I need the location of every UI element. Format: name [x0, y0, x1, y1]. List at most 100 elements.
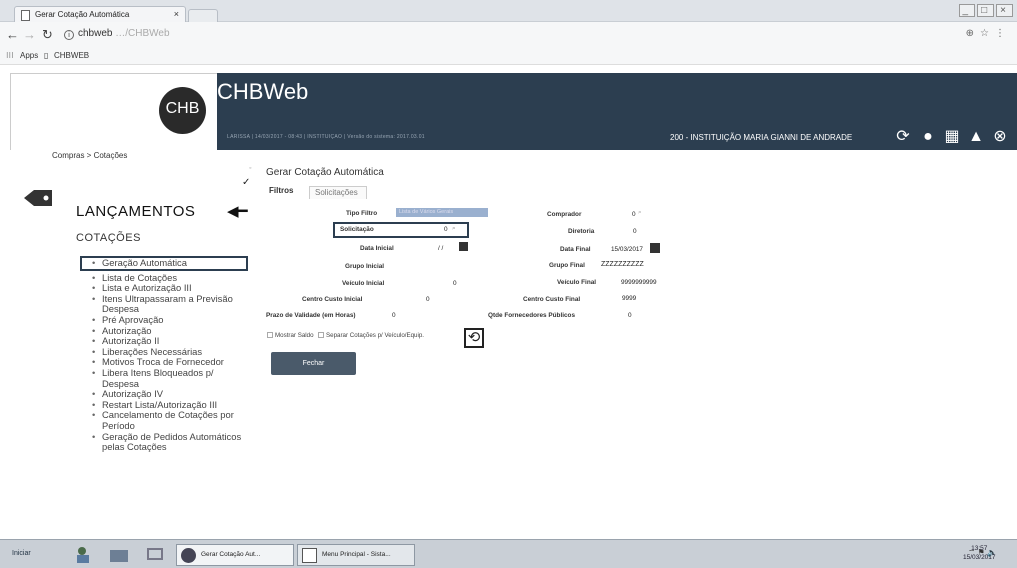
separar-cotacoes-label: Separar Cotações p/ Veículo/Equip.	[326, 332, 425, 339]
task-gerar-cotacao[interactable]: Gerar Cotação Aut...	[176, 544, 294, 566]
generate-refresh-icon[interactable]: ⟲	[464, 328, 484, 348]
checkbox-box[interactable]	[267, 332, 273, 338]
menu-item-libera-itens[interactable]: Libera Itens Bloqueados p/ Despesa	[88, 367, 248, 389]
tipo-filtro-select[interactable]: Lista de Vários Gerais	[396, 208, 488, 217]
browser-tab-title: Gerar Cotação Automática	[35, 10, 130, 19]
address-bar: ← → ↻ i chbweb …/CHBWeb ⊕☆⋮	[0, 22, 1017, 47]
menu-item-geracao-automatica[interactable]: Geração Automática	[80, 256, 248, 271]
bookmark-chbweb[interactable]: CHBWEB	[54, 51, 89, 60]
task-menu-principal-label: Menu Principal - Sista...	[322, 551, 391, 558]
data-final-label: Data Final	[560, 246, 591, 253]
taskbar: Iniciar Gerar Cotação Aut... Menu Princi…	[0, 539, 1017, 568]
forward-arrow-icon[interactable]: →	[23, 27, 36, 42]
veiculo-final-field[interactable]: 9999999999	[621, 279, 657, 286]
browser-tabbar: Gerar Cotação Automática × _ □ ×	[0, 0, 1017, 23]
task-menu-principal[interactable]: Menu Principal - Sista...	[297, 544, 415, 566]
checkbox-box[interactable]	[318, 332, 324, 338]
data-inicial-field[interactable]: / /	[438, 245, 443, 252]
veiculo-final-label: Veículo Final	[557, 279, 597, 286]
search-icon[interactable]: ⌕	[452, 225, 456, 233]
grupo-inicial-label: Grupo Inicial	[345, 263, 385, 270]
browser-tab[interactable]: Gerar Cotação Automática ×	[14, 6, 186, 23]
back-arrow-icon[interactable]: ←	[6, 27, 19, 42]
solicitacao-field[interactable]: 0	[444, 226, 448, 233]
menu-item-geracao-pedidos[interactable]: Geração de Pedidos Automáticos pelas Cot…	[88, 431, 248, 453]
centro-custo-inicial-field[interactable]: 0	[426, 296, 430, 303]
page-title: Gerar Cotação Automática	[266, 167, 384, 178]
tag-icon	[24, 190, 52, 206]
chat-icon[interactable]: ●	[918, 127, 938, 147]
folder-icon[interactable]	[108, 545, 130, 565]
clock-time: 13:57	[971, 545, 988, 552]
comprador-field[interactable]: 0	[632, 211, 636, 218]
prazo-validade-label: Prazo de Validade (em Horas)	[266, 312, 356, 319]
url-host: chbweb	[78, 28, 113, 39]
bookmark-apps[interactable]: Apps	[20, 51, 38, 60]
zoom-icon[interactable]: ⊕	[966, 28, 980, 39]
centro-custo-final-label: Centro Custo Final	[523, 296, 581, 303]
close-icon[interactable]: ⊗	[990, 127, 1010, 147]
tab-filtros[interactable]: Filtros	[269, 186, 293, 195]
url-field[interactable]: i chbweb …/CHBWeb	[64, 26, 984, 43]
grupo-final-field[interactable]: ZZZZZZZZZZ	[601, 261, 644, 268]
breadcrumb: Compras > Cotações	[52, 151, 128, 160]
separar-cotacoes-checkbox[interactable]: Separar Cotações p/ Veículo/Equip.	[318, 332, 424, 339]
browser-actions: ⊕☆⋮	[966, 28, 1011, 39]
reload-icon[interactable]: ↻	[42, 27, 53, 43]
factory-icon[interactable]: ▲	[966, 127, 986, 147]
veiculo-inicial-field[interactable]: 0	[453, 280, 457, 287]
window-controls: _ □ ×	[957, 4, 1013, 17]
chb-logo: CHB	[159, 87, 206, 134]
truck-icon[interactable]: ▦	[942, 127, 962, 147]
close-window-icon[interactable]: ×	[996, 4, 1013, 17]
search-icon-comprador[interactable]: ⌕	[638, 209, 642, 217]
menu-icon[interactable]: ⋮	[995, 28, 1011, 39]
people-icon[interactable]	[74, 545, 96, 565]
calendar-icon-final[interactable]	[650, 243, 660, 253]
sidebar-menu: Geração Automática Lista de Cotações Lis…	[80, 256, 248, 453]
page-icon	[21, 10, 30, 21]
tab-solicitacoes[interactable]: Solicitações	[309, 186, 367, 199]
info-icon[interactable]: i	[64, 30, 74, 40]
maximize-icon[interactable]: □	[977, 4, 995, 17]
start-button[interactable]: Iniciar	[12, 550, 31, 557]
subsection-title: COTAÇÕES	[76, 232, 141, 244]
menu-item-pre-aprovacao[interactable]: Pré Aprovação	[88, 314, 248, 326]
tab-close-icon[interactable]: ×	[174, 9, 179, 19]
session-info: LARISSA | 14/03/2017 - 08:43 | INSTITUIÇ…	[227, 134, 425, 140]
menu-item-cancelamento[interactable]: Cancelamento de Cotações por Período	[88, 409, 248, 431]
diretoria-field[interactable]: 0	[633, 228, 637, 235]
back-icon[interactable]: ◀━	[227, 202, 248, 220]
section-title: LANÇAMENTOS	[76, 203, 196, 220]
institution-name: 200 - INSTITUIÇÃO MARIA GIANNI DE ANDRAD…	[670, 133, 853, 142]
qtde-fornecedores-field[interactable]: 0	[628, 312, 632, 319]
url-path: …/CHBWeb	[115, 28, 170, 39]
collapse-dot-icon: ◦	[249, 165, 252, 172]
new-tab-button[interactable]	[188, 9, 218, 22]
bookmarks-bar: ⁝⁝⁝ Apps ▯ CHBWEB	[0, 47, 1017, 65]
apps-grid-icon[interactable]: ⁝⁝⁝	[6, 51, 14, 60]
star-icon[interactable]: ☆	[980, 28, 995, 39]
prazo-validade-field[interactable]: 0	[392, 312, 396, 319]
veiculo-inicial-label: Veículo Inicial	[342, 280, 385, 287]
fechar-button[interactable]: Fechar	[271, 352, 356, 375]
centro-custo-inicial-label: Centro Custo Inicial	[302, 296, 363, 303]
solicitacao-label: Solicitação	[340, 226, 374, 233]
app-title: CHBWeb	[217, 79, 309, 104]
clock[interactable]: 13:57 15/03/2017	[963, 544, 996, 562]
refresh-icon[interactable]: ⟳	[893, 127, 913, 147]
calendar-icon[interactable]	[459, 242, 468, 251]
centro-custo-final-field[interactable]: 9999	[622, 295, 636, 302]
task-gerar-cotacao-label: Gerar Cotação Aut...	[201, 551, 261, 558]
grupo-final-label: Grupo Final	[549, 262, 585, 269]
computer-icon[interactable]	[144, 545, 166, 565]
window-icon	[302, 548, 317, 563]
bookmark-page-icon: ▯	[44, 51, 49, 60]
check-icon: ✓	[242, 177, 251, 188]
data-final-field[interactable]: 15/03/2017	[611, 246, 643, 253]
qtde-fornecedores-label: Qtde Fornecedores Públicos	[488, 312, 576, 319]
mostrar-saldo-checkbox[interactable]: Mostrar Saldo	[267, 332, 314, 339]
minimize-icon[interactable]: _	[958, 4, 976, 17]
menu-item-itens-ultrapassaram[interactable]: Itens Ultrapassaram a Previsão Despesa	[88, 293, 248, 315]
data-inicial-label: Data Inicial	[360, 245, 394, 252]
